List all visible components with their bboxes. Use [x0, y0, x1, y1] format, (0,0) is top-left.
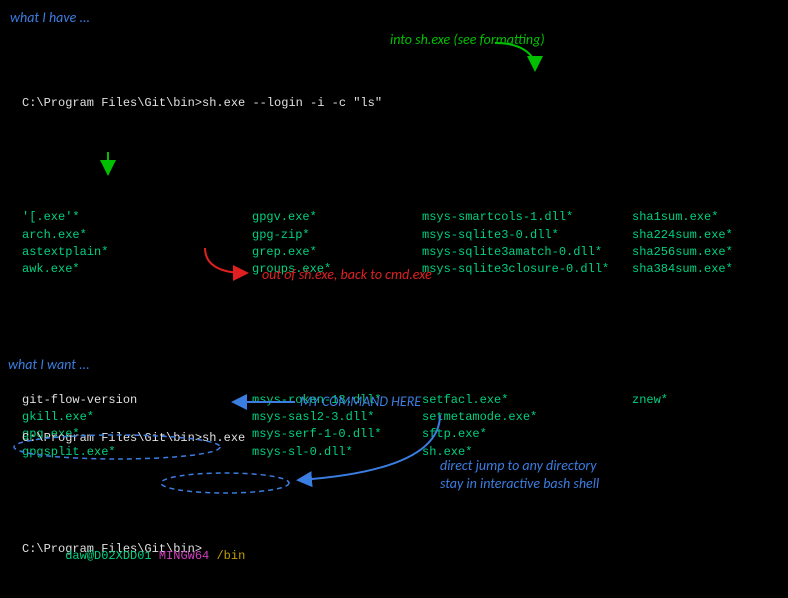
file: sha224sum.exe* — [632, 227, 733, 244]
arrow-jump-icon — [290, 400, 460, 490]
arrow-down-icon — [100, 150, 120, 180]
oval-cd-icon — [10, 432, 225, 462]
heading-what-i-want: what I want ... — [8, 355, 90, 375]
file: msys-sqlite3-0.dll* — [422, 227, 632, 244]
file: grep.exe* — [252, 244, 422, 261]
file: msys-smartcols-1.dll* — [422, 209, 632, 226]
arrow-outof-icon — [200, 245, 260, 280]
arrow-into-icon — [490, 38, 550, 78]
file: gpg-zip* — [252, 227, 422, 244]
cmd-prompt-1: C:\Program Files\Git\bin>sh.exe --login … — [22, 95, 762, 112]
note-out-of-sh: out of sh.exe, back to cmd.exe — [262, 265, 432, 285]
file: gpgv.exe* — [252, 209, 422, 226]
bash-prompt-1: daw@D02XDD01 MINGW64 /bin — [22, 531, 762, 583]
file: msys-sqlite3amatch-0.dll* — [422, 244, 632, 261]
oval-path-icon — [158, 471, 293, 495]
file: sha256sum.exe* — [632, 244, 733, 261]
file: '[.exe'* — [22, 209, 252, 226]
heading-what-i-have: what I have ... — [10, 8, 90, 28]
file: arch.exe* — [22, 227, 252, 244]
file: msys-sqlite3closure-0.dll* — [422, 261, 632, 278]
file: sha384sum.exe* — [632, 261, 733, 278]
file: sha1sum.exe* — [632, 209, 733, 226]
note-jump-2: stay in interactive bash shell — [440, 474, 599, 494]
